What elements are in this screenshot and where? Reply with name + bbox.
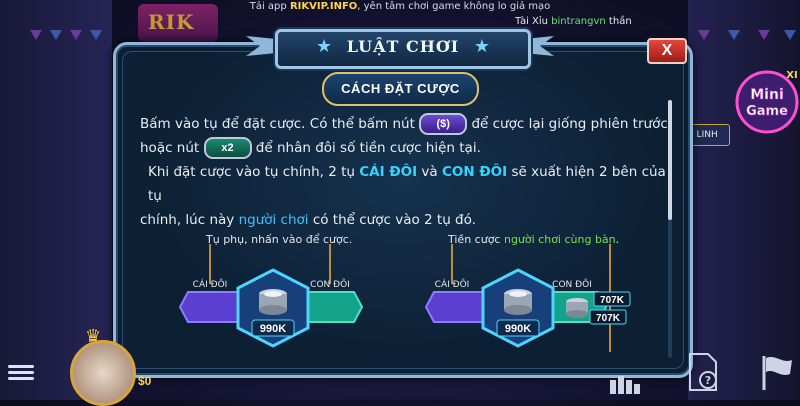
svg-text:?: ? bbox=[705, 374, 711, 387]
flag-icon[interactable] bbox=[756, 352, 796, 392]
right-background bbox=[688, 0, 800, 400]
left-bet-figure: CÁI ĐÔI CON ĐÔI 990K bbox=[178, 244, 364, 348]
con-doi-label: CON ĐÔI bbox=[552, 278, 592, 290]
scroll-thumb[interactable] bbox=[668, 100, 672, 220]
rules-paragraph-2: Khi đặt cược vào tụ chính, 2 tụ CÁI ĐÔI … bbox=[140, 164, 666, 228]
mini-game-button[interactable]: Mini Game XI bbox=[730, 66, 800, 134]
con-doi-label: CON ĐÔI bbox=[310, 278, 350, 290]
cai-doi-label: CÁI ĐÔI bbox=[193, 278, 228, 290]
section-title: CÁCH ĐẶT CƯỢC bbox=[322, 72, 479, 106]
cai-doi-label: CÁI ĐÔI bbox=[435, 278, 470, 290]
bet-amount: 990K bbox=[260, 323, 286, 335]
menu-icon[interactable] bbox=[8, 362, 34, 384]
cai-doi-slot bbox=[178, 291, 243, 323]
right-bet-figure: CÁI ĐÔI CON ĐÔI 990K 707K 707K bbox=[424, 244, 631, 352]
cai-doi-slot bbox=[424, 291, 487, 323]
modal-title-plate: ★ LUẬT CHƠI ★ bbox=[275, 29, 531, 69]
svg-text:Mini: Mini bbox=[750, 87, 784, 103]
win-ticker: Tài Xỉu bintrangvn thần bbox=[515, 16, 632, 27]
double-button-illustration: x2 bbox=[203, 137, 252, 159]
svg-text:XI: XI bbox=[786, 70, 797, 81]
avatar[interactable] bbox=[70, 340, 136, 406]
bet-amount: 990K bbox=[505, 323, 531, 335]
help-icon[interactable]: ? bbox=[686, 352, 720, 392]
rules-paragraph-1: Bấm vào tụ để đặt cược. Có thể bấm nút (… bbox=[140, 112, 670, 160]
bunting-decoration bbox=[30, 30, 102, 40]
modal-title: LUẬT CHƠI bbox=[346, 37, 460, 56]
balance: $0 bbox=[138, 374, 152, 388]
bunting-decoration-right bbox=[698, 30, 796, 40]
rebet-button-illustration: ($) bbox=[419, 113, 468, 135]
download-banner[interactable]: Tải app RIKVIP.INFO, yên tâm chơi game k… bbox=[0, 0, 800, 14]
table-bet-2: 707K bbox=[596, 313, 621, 324]
site-link[interactable]: RIKVIP.INFO bbox=[290, 1, 357, 12]
con-doi-slot bbox=[303, 291, 364, 323]
close-button[interactable]: X bbox=[647, 38, 687, 64]
table-bet-1: 707K bbox=[600, 295, 625, 306]
svg-text:Game: Game bbox=[746, 104, 788, 119]
star-icon: ★ bbox=[473, 36, 490, 57]
history-icon[interactable] bbox=[608, 372, 642, 396]
